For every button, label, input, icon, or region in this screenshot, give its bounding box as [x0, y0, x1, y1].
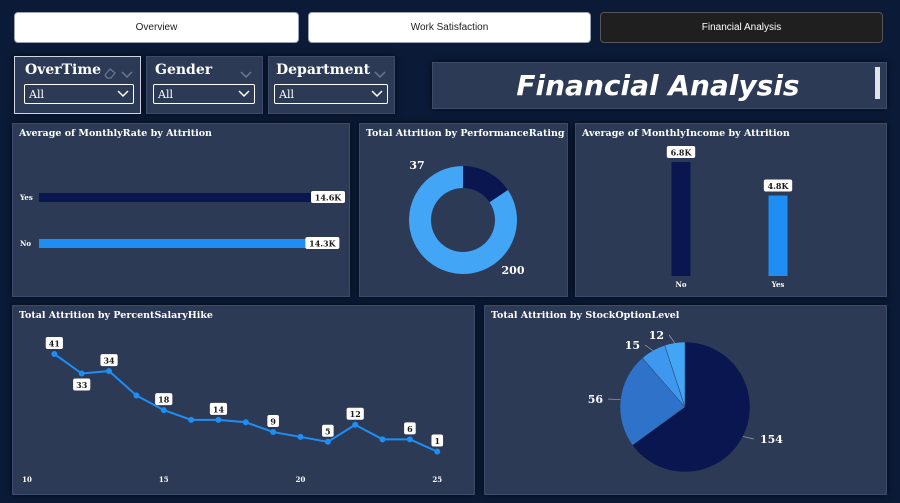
data-label: 1: [434, 436, 440, 446]
chevron-down-icon: [117, 90, 129, 98]
slice-label: 37: [409, 159, 424, 172]
dropdown-value: All: [29, 87, 44, 101]
y-tick-label: Yes: [19, 193, 33, 202]
data-point: [188, 416, 195, 423]
slicer-gender[interactable]: Gender All: [146, 56, 263, 114]
tab-financial-analysis[interactable]: Financial Analysis: [600, 12, 883, 43]
panel-performancerating: Total Attrition by PerformanceRating 37 2…: [359, 123, 568, 297]
panel-percentsalaryhike: Total Attrition by PercentSalaryHike 41 3…: [12, 305, 475, 495]
data-label: 12: [350, 409, 361, 419]
data-point: [297, 433, 304, 440]
x-tick-label: 20: [296, 475, 306, 484]
data-label: 18: [158, 395, 170, 405]
data-point: [379, 436, 386, 443]
chevron-down-icon[interactable]: [374, 64, 386, 83]
data-label: 6.8K: [671, 148, 693, 158]
data-point: [434, 448, 441, 455]
slice-label: 200: [502, 264, 525, 277]
bar: [39, 193, 313, 202]
stockoptionlevel-chart: 154 56 15 12: [588, 329, 783, 473]
slicer-department[interactable]: Department All: [268, 56, 395, 114]
leader-line: [742, 436, 755, 440]
scrollbar[interactable]: [875, 67, 880, 99]
x-tick-label: 25: [432, 475, 442, 484]
slicer-overtime[interactable]: OverTime All: [14, 56, 141, 114]
page-title-card: Financial Analysis: [432, 62, 887, 109]
data-point: [160, 407, 167, 414]
data-point: [215, 416, 222, 423]
dropdown-value: All: [158, 87, 173, 101]
data-point: [324, 438, 331, 445]
data-label: 5: [325, 426, 331, 436]
eraser-icon[interactable]: [103, 64, 117, 83]
panel-monthlyincome: Average of MonthlyIncome by Attrition 6.…: [575, 123, 887, 297]
page-title: Financial Analysis: [516, 69, 800, 102]
data-label: 33: [76, 380, 88, 390]
bar: [768, 195, 788, 276]
chevron-down-icon: [371, 90, 383, 98]
slicer-title: Gender: [155, 62, 213, 78]
data-label: 41: [49, 339, 60, 349]
slicer-title: OverTime: [25, 62, 102, 78]
leader-line: [607, 398, 621, 401]
slice-label: 15: [625, 339, 640, 352]
data-label: 9: [270, 417, 276, 427]
chevron-down-icon[interactable]: [240, 64, 252, 83]
x-tick-label: 15: [159, 475, 169, 484]
leader-line: [644, 344, 654, 351]
tab-work-satisfaction[interactable]: Work Satisfaction: [308, 12, 591, 43]
slice-label: 154: [760, 433, 783, 446]
y-tick-label: No: [20, 239, 31, 248]
tab-overview[interactable]: Overview: [14, 12, 299, 43]
bar: [671, 162, 691, 276]
data-label: 14: [213, 404, 225, 414]
data-point: [106, 368, 113, 375]
x-tick-label: 10: [22, 475, 32, 484]
data-label: 6: [407, 424, 413, 434]
performancerating-chart: 37 200: [409, 159, 525, 277]
slice-label: 56: [588, 393, 604, 406]
data-point: [352, 421, 359, 428]
bar: [39, 239, 308, 248]
chevron-down-icon[interactable]: [121, 64, 133, 83]
data-label: 14.3K: [309, 239, 336, 249]
gender-dropdown[interactable]: All: [153, 84, 255, 104]
chevron-down-icon: [238, 90, 250, 98]
monthlyincome-chart: 6.8K No 4.8K Yes: [666, 146, 793, 289]
data-point: [133, 392, 140, 399]
panel-stockoptionlevel: Total Attrition by StockOptionLevel 154 5…: [484, 305, 887, 495]
series-line: [53, 353, 438, 453]
percentsalaryhike-chart: 41 33 34 18 14 9 5 12 6 1 10 15 20 25: [22, 337, 444, 484]
data-label: 14.6K: [315, 193, 342, 203]
department-dropdown[interactable]: All: [274, 84, 388, 104]
dropdown-value: All: [279, 87, 294, 101]
x-tick-label: No: [675, 280, 686, 289]
overtime-dropdown[interactable]: All: [24, 84, 134, 104]
data-point: [78, 370, 85, 377]
data-point: [242, 419, 249, 426]
x-tick-label: Yes: [771, 280, 785, 289]
monthlyrate-chart: Yes 14.6K No 14.3K: [19, 191, 345, 249]
data-point: [270, 429, 277, 436]
leader-line: [668, 334, 675, 344]
panel-monthlyrate: Average of MonthlyRate by Attrition Yes 1…: [12, 123, 350, 297]
data-label: 4.8K: [768, 181, 790, 191]
slice-label: 12: [649, 329, 664, 342]
slicer-title: Department: [276, 62, 371, 78]
data-point: [51, 351, 58, 357]
data-label: 34: [103, 356, 115, 366]
data-point: [406, 436, 413, 443]
